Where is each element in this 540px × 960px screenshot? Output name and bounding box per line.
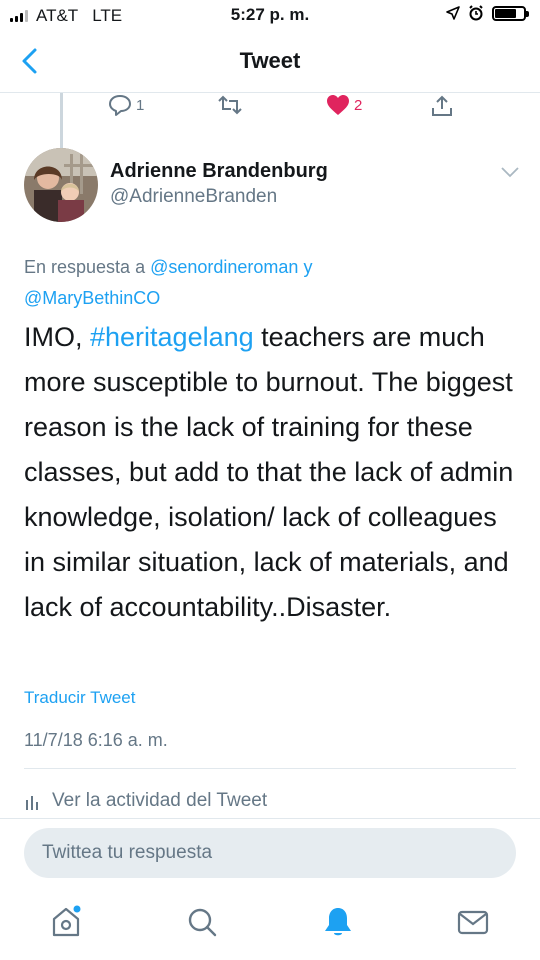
home-icon: [52, 905, 81, 937]
bar-chart-icon: [26, 796, 38, 810]
tab-home[interactable]: [48, 904, 84, 940]
author-name[interactable]: Adrienne Brandenburg: [110, 160, 328, 183]
reply-context: En respuesta a @senordineroman y @MaryBe…: [24, 252, 514, 314]
divider: [0, 818, 540, 819]
tweet-activity-link[interactable]: Ver la actividad del Tweet: [24, 790, 267, 812]
tweet-activity-label: Ver la actividad del Tweet: [52, 790, 268, 811]
battery-icon: [492, 5, 529, 21]
status-bar: AT&T LTE 5:27 p. m.: [0, 0, 540, 32]
retweet-action[interactable]: [217, 94, 247, 116]
tweet-timestamp: 11/7/18 6:16 a. m.: [24, 730, 168, 750]
page-title: Tweet: [239, 48, 301, 73]
avatar-photo: [24, 148, 98, 222]
mention-link[interactable]: @MaryBethinCO: [24, 288, 160, 308]
reply-compose-field[interactable]: Twittea tu respuesta: [24, 828, 516, 878]
reply-prefix: En respuesta a: [24, 257, 146, 277]
bell-icon: [325, 908, 351, 936]
avatar[interactable]: [24, 148, 98, 222]
thread-line: [60, 93, 63, 149]
chevron-down-icon: [501, 167, 519, 178]
location-icon: [446, 6, 460, 20]
tweet-text: IMO, #heritagelang teachers are much mor…: [24, 315, 524, 630]
author-handle[interactable]: @AdrienneBranden: [110, 186, 277, 208]
reply-count: 1: [136, 96, 145, 114]
hashtag-link[interactable]: #heritagelang: [90, 322, 254, 352]
like-count: 2: [354, 96, 363, 114]
share-action[interactable]: [430, 94, 454, 118]
heart-icon: [327, 95, 349, 115]
tweet-menu-button[interactable]: [498, 162, 522, 182]
tab-search[interactable]: [184, 904, 220, 940]
tweet-text-lead: IMO,: [24, 322, 90, 352]
status-right: [446, 5, 529, 21]
mail-icon: [457, 910, 489, 935]
reply-compose-placeholder: Twittea tu respuesta: [42, 842, 213, 863]
reply-action[interactable]: 1: [108, 94, 144, 116]
retweet-icon: [218, 95, 242, 115]
divider: [24, 768, 516, 769]
alarm-icon: [469, 5, 483, 21]
mention-link[interactable]: @senordineroman: [150, 257, 298, 277]
nav-divider: [0, 92, 540, 93]
tweet-text-body: teachers are much more susceptible to bu…: [24, 322, 514, 622]
search-icon: [188, 908, 217, 937]
like-action[interactable]: 2: [326, 94, 362, 116]
translate-tweet-link[interactable]: Traducir Tweet: [24, 688, 136, 708]
reply-conjunction: y: [303, 257, 313, 277]
share-icon: [432, 95, 452, 116]
reply-icon: [109, 95, 131, 116]
tab-messages[interactable]: [455, 904, 491, 940]
tab-notifications[interactable]: [320, 904, 356, 940]
